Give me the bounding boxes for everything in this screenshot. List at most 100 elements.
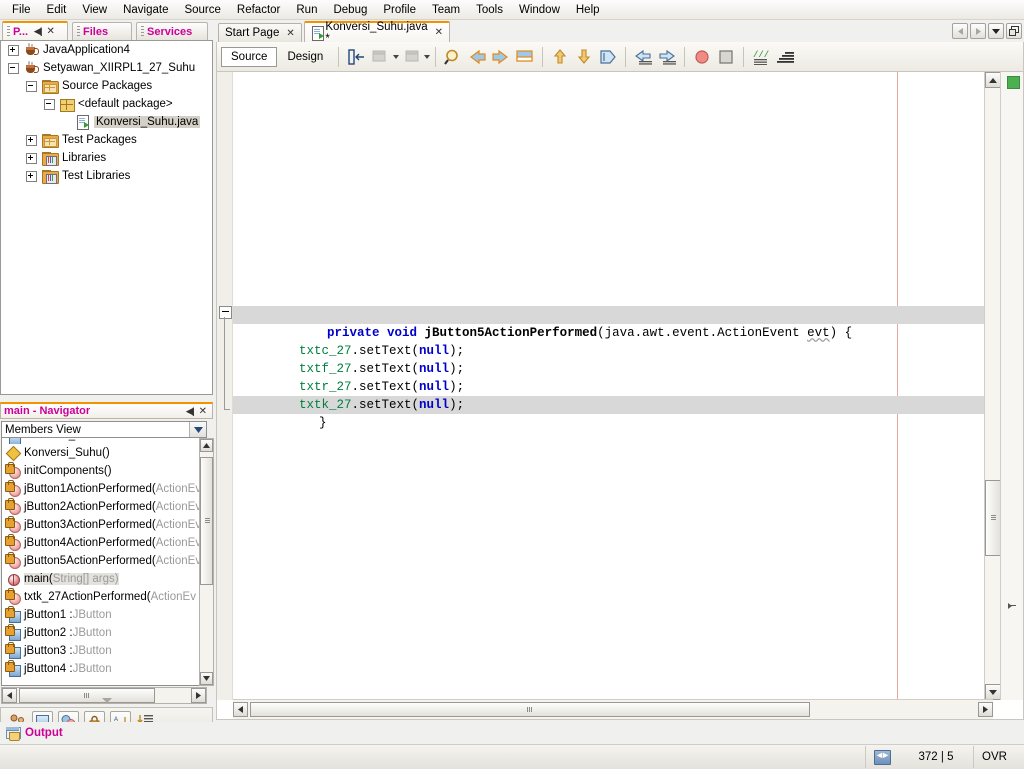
- shift-line-left-icon[interactable]: [632, 46, 654, 68]
- menu-tools[interactable]: Tools: [468, 2, 511, 18]
- start-macro-recording-icon[interactable]: [691, 46, 713, 68]
- comment-icon[interactable]: ///: [750, 46, 772, 68]
- menu-view[interactable]: View: [74, 2, 115, 18]
- shift-line-right-icon[interactable]: [656, 46, 678, 68]
- find-selection-icon[interactable]: [442, 46, 464, 68]
- menu-refactor[interactable]: Refactor: [229, 2, 288, 18]
- maximize-icon[interactable]: [1006, 23, 1022, 39]
- navigator-member-list[interactable]: Konversi_Suhu :: JFrame Konversi_Suhu() …: [1, 438, 207, 686]
- tab-services[interactable]: Services: [136, 22, 208, 40]
- close-icon[interactable]: ✕: [47, 26, 55, 37]
- tree-item-javaapplication4[interactable]: JavaApplication4: [1, 41, 212, 59]
- minimize-icon[interactable]: ◀|: [186, 406, 195, 417]
- menu-run[interactable]: Run: [288, 2, 325, 18]
- menu-profile[interactable]: Profile: [375, 2, 424, 18]
- tab-output[interactable]: Output: [0, 726, 63, 741]
- collapse-toggle-icon[interactable]: [26, 80, 37, 92]
- scroll-down-button[interactable]: [985, 684, 1001, 700]
- expand-toggle-icon[interactable]: [26, 152, 37, 164]
- scrollbar-thumb[interactable]: [200, 457, 213, 585]
- menu-team[interactable]: Team: [424, 2, 468, 18]
- menu-edit[interactable]: Edit: [39, 2, 75, 18]
- scrollbar-thumb[interactable]: [985, 480, 1001, 556]
- list-item[interactable]: jButton1 : JButton: [2, 606, 206, 624]
- editor-gutter[interactable]: [217, 72, 233, 700]
- scroll-right-button[interactable]: [978, 702, 993, 717]
- back-navigation-icon[interactable]: [400, 46, 422, 68]
- expand-toggle-icon[interactable]: [26, 170, 37, 182]
- uncomment-icon[interactable]: [774, 46, 796, 68]
- annotation-marker-icon[interactable]: [1008, 603, 1018, 609]
- scrollbar-thumb[interactable]: [19, 688, 155, 703]
- collapse-toggle-icon[interactable]: [8, 62, 19, 74]
- scrollbar-thumb[interactable]: [250, 702, 810, 717]
- scroll-up-button[interactable]: [985, 72, 1001, 88]
- tab-files[interactable]: Files: [72, 22, 132, 40]
- project-tree[interactable]: JavaApplication4 Setyawan_XIIRPL1_27_Suh…: [0, 40, 213, 395]
- list-item[interactable]: jButton5ActionPerformed(ActionEv: [2, 552, 206, 570]
- code-line-1[interactable]: private void jButton5ActionPerformed(jav…: [233, 306, 852, 340]
- list-item[interactable]: initComponents(): [2, 462, 206, 480]
- tab-source-view[interactable]: Source: [221, 46, 278, 67]
- code-text-area[interactable]: private void jButton5ActionPerformed(jav…: [233, 72, 993, 700]
- tree-item-setyawan-project[interactable]: Setyawan_XIIRPL1_27_Suhu: [1, 59, 212, 77]
- expand-toggle-icon[interactable]: [26, 134, 37, 146]
- code-line-5[interactable]: txtk_27.setText(null);: [233, 378, 464, 412]
- list-item[interactable]: jButton1ActionPerformed(ActionEv: [2, 480, 206, 498]
- stop-macro-recording-icon[interactable]: [715, 46, 737, 68]
- panel-resize-handle-icon[interactable]: [102, 698, 112, 703]
- tree-item-libraries[interactable]: Libraries: [1, 149, 212, 167]
- scroll-tabs-right-icon[interactable]: [970, 23, 986, 39]
- tab-projects[interactable]: P... ◀| ✕: [2, 21, 68, 40]
- last-edit-icon[interactable]: [369, 46, 391, 68]
- scroll-left-button[interactable]: [2, 688, 17, 703]
- toggle-rectangular-selection-icon[interactable]: [345, 46, 367, 68]
- list-item-main-method[interactable]: main(String[] args): [2, 570, 206, 588]
- editor-annotation-strip[interactable]: [1000, 72, 1023, 700]
- list-item[interactable]: Konversi_Suhu(): [2, 444, 206, 462]
- tree-item-test-libraries[interactable]: Test Libraries: [1, 167, 212, 185]
- tree-item-source-packages[interactable]: Source Packages: [1, 77, 212, 95]
- status-insert-mode[interactable]: [865, 746, 899, 768]
- toggle-highlight-search-icon[interactable]: [514, 46, 536, 68]
- chevron-down-icon[interactable]: [988, 23, 1004, 39]
- list-item[interactable]: jButton4 : JButton: [2, 660, 206, 678]
- members-view-selector[interactable]: Members View: [1, 421, 207, 438]
- tree-item-default-package[interactable]: <default package>: [1, 95, 212, 113]
- tree-item-test-packages[interactable]: Test Packages: [1, 131, 212, 149]
- code-fold-toggle-icon[interactable]: [219, 306, 232, 319]
- chevron-down-icon[interactable]: [393, 54, 400, 59]
- status-typing-mode[interactable]: OVR: [973, 746, 1024, 768]
- previous-bookmark-icon[interactable]: [549, 46, 571, 68]
- menu-help[interactable]: Help: [568, 2, 608, 18]
- scroll-left-button[interactable]: [233, 702, 248, 717]
- chevron-down-icon[interactable]: [189, 422, 206, 437]
- tab-design-view[interactable]: Design: [277, 47, 333, 67]
- find-next-icon[interactable]: [490, 46, 512, 68]
- collapse-toggle-icon[interactable]: [44, 98, 55, 110]
- menu-debug[interactable]: Debug: [325, 2, 375, 18]
- scroll-right-button[interactable]: [191, 688, 206, 703]
- editor-vertical-scrollbar[interactable]: [984, 72, 1001, 700]
- close-icon[interactable]: ✕: [286, 28, 294, 39]
- close-icon[interactable]: ✕: [435, 27, 443, 38]
- list-item[interactable]: txtk_27ActionPerformed(ActionEv: [2, 588, 206, 606]
- scroll-down-button[interactable]: [200, 672, 213, 685]
- list-item[interactable]: jButton2 : JButton: [2, 624, 206, 642]
- list-item[interactable]: jButton4ActionPerformed(ActionEv: [2, 534, 206, 552]
- editor-tab-konversi-suhu[interactable]: Konversi_Suhu.java * ✕: [304, 21, 450, 45]
- minimize-icon[interactable]: ◀|: [34, 26, 43, 37]
- editor-horizontal-scrollbar[interactable]: [233, 699, 993, 719]
- close-icon[interactable]: ✕: [199, 406, 207, 417]
- navigator-vertical-scrollbar[interactable]: [199, 438, 214, 686]
- code-editor[interactable]: private void jButton5ActionPerformed(jav…: [216, 72, 1024, 720]
- menu-file[interactable]: File: [4, 2, 39, 18]
- code-line-4[interactable]: txtr_27.setText(null);: [233, 360, 464, 394]
- editor-tab-start-page[interactable]: Start Page ✕: [218, 23, 302, 42]
- next-bookmark-icon[interactable]: [573, 46, 595, 68]
- code-line-3[interactable]: txtf_27.setText(null);: [233, 342, 464, 376]
- scroll-tabs-left-icon[interactable]: [952, 23, 968, 39]
- tree-item-konversi-suhu-java[interactable]: Konversi_Suhu.java: [1, 113, 212, 131]
- menu-source[interactable]: Source: [176, 2, 228, 18]
- find-previous-icon[interactable]: [466, 46, 488, 68]
